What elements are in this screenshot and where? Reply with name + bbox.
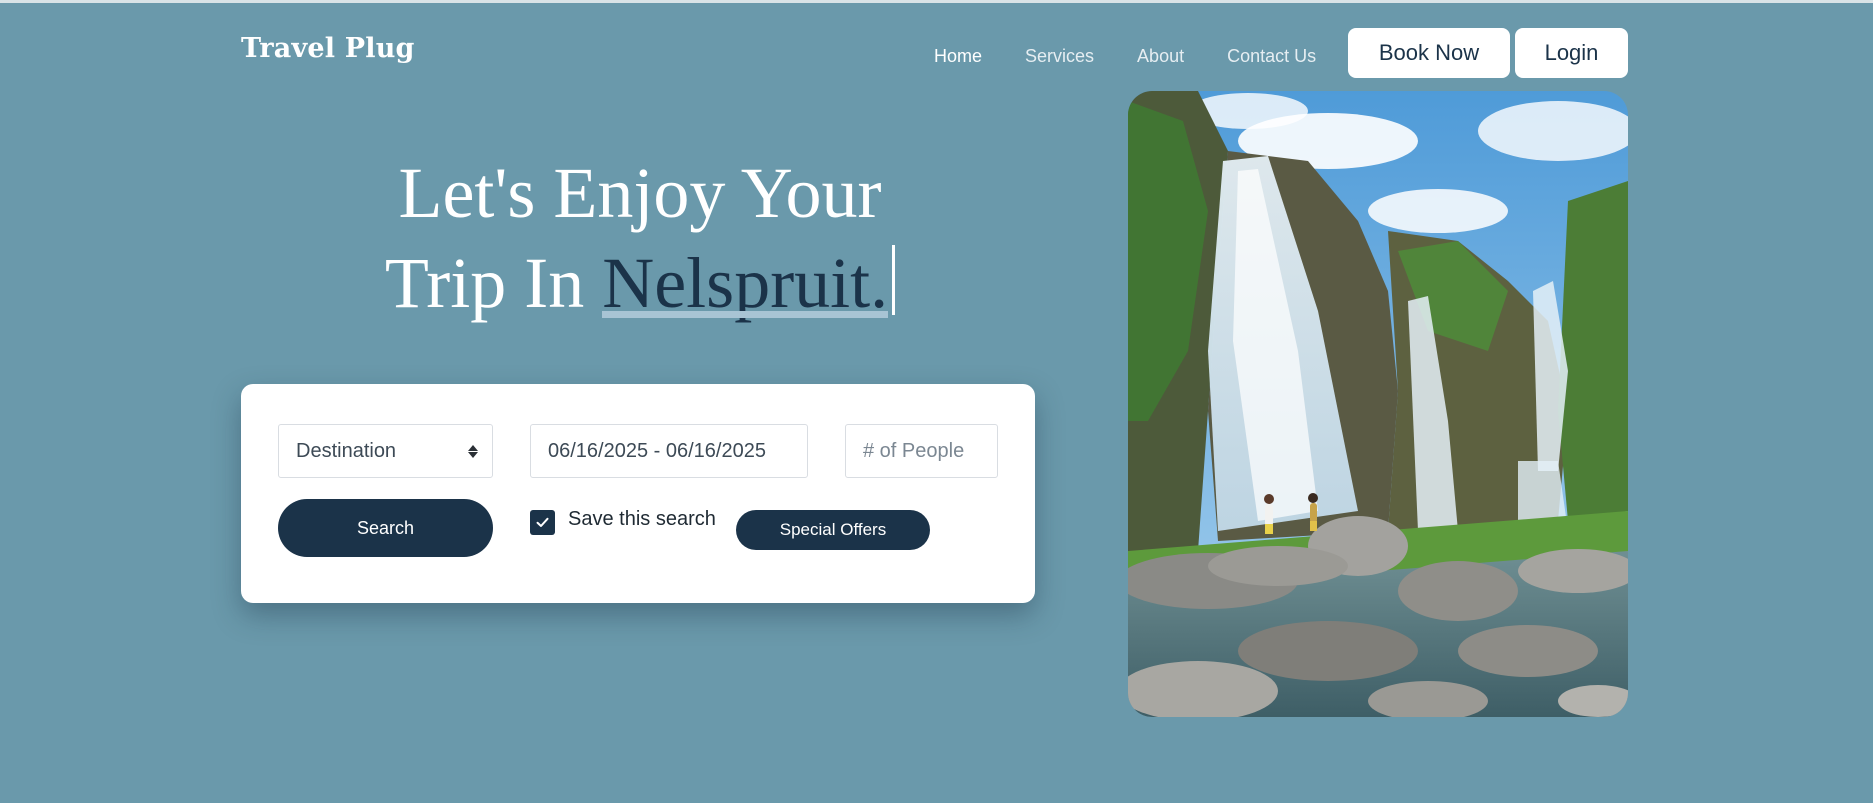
nav-contact[interactable]: Contact Us <box>1227 46 1316 67</box>
typing-caret <box>892 245 896 315</box>
special-offers-button[interactable]: Special Offers <box>736 510 930 550</box>
waterfall-scene-image <box>1128 91 1628 717</box>
checkmark-icon <box>536 517 549 527</box>
select-arrows-icon <box>468 444 478 458</box>
date-range-input[interactable]: 06/16/2025 - 06/16/2025 <box>530 424 808 478</box>
save-search-label[interactable]: Save this search <box>568 508 716 531</box>
destination-value: Destination <box>296 439 397 462</box>
hero-heading: Let's Enjoy Your Trip In Nelspruit. <box>330 148 950 328</box>
people-input[interactable]: # of People <box>845 424 998 478</box>
book-now-button[interactable]: Book Now <box>1348 28 1510 78</box>
login-button[interactable]: Login <box>1515 28 1628 78</box>
people-placeholder: # of People <box>863 439 965 462</box>
date-range-value: 06/16/2025 - 06/16/2025 <box>548 439 766 462</box>
destination-select[interactable]: Destination <box>278 424 493 478</box>
hero-section: Travel Plug Home Services About Contact … <box>0 3 1873 803</box>
waterfall-photo <box>1128 91 1628 717</box>
search-card: Destination 06/16/2025 - 06/16/2025 # of… <box>241 384 1035 603</box>
hero-destination-highlight: Nelspruit. <box>602 238 888 328</box>
nav-about[interactable]: About <box>1137 46 1184 67</box>
main-nav: Home Services About Contact Us <box>934 46 1359 67</box>
hero-line-1: Let's Enjoy Your <box>398 153 882 233</box>
nav-services[interactable]: Services <box>1025 46 1094 67</box>
hero-line-2-prefix: Trip In <box>384 243 603 323</box>
save-search-checkbox[interactable] <box>530 510 555 535</box>
nav-home[interactable]: Home <box>934 46 982 67</box>
brand-logo[interactable]: Travel Plug <box>241 33 415 64</box>
search-button[interactable]: Search <box>278 499 493 557</box>
